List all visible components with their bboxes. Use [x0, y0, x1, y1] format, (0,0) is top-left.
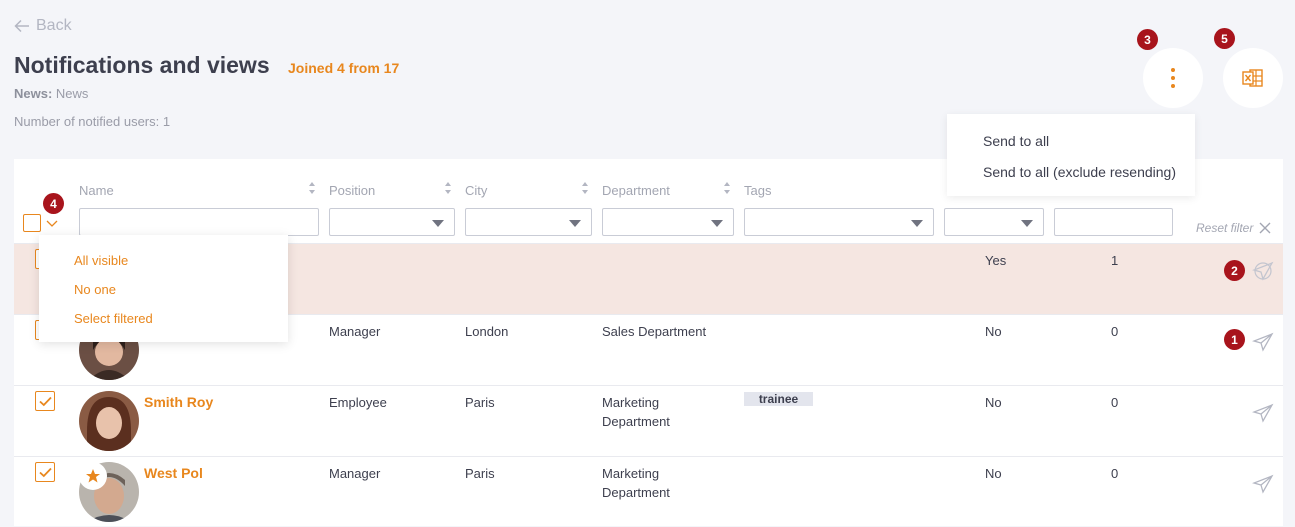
- export-excel-button[interactable]: [1223, 48, 1283, 108]
- send-to-all-exclude-item[interactable]: Send to all (exclude resending): [983, 164, 1176, 180]
- reset-filter-button[interactable]: Reset filter: [1196, 221, 1271, 235]
- count-value: 0: [1111, 466, 1119, 481]
- caret-down-icon: [569, 220, 581, 227]
- viewed-value: No: [985, 466, 1002, 481]
- position-value: Manager: [329, 466, 381, 481]
- step-badge-2: 2: [1224, 260, 1245, 281]
- sort-icon[interactable]: [581, 181, 589, 195]
- column-city[interactable]: City: [465, 183, 487, 198]
- send-icon[interactable]: [1252, 403, 1274, 423]
- position-value: Manager: [329, 324, 381, 339]
- caret-down-icon: [1021, 220, 1033, 227]
- viewed-value: Yes: [985, 253, 1007, 268]
- row-checkbox[interactable]: [35, 462, 55, 482]
- department-value: Marketing Department: [602, 393, 670, 431]
- caret-down-icon: [911, 220, 923, 227]
- count-filter-input[interactable]: [1054, 208, 1173, 236]
- select-all-checkbox[interactable]: [23, 214, 41, 232]
- name-filter-input[interactable]: [79, 208, 319, 236]
- check-icon: [38, 467, 52, 477]
- count-value: 1: [1111, 253, 1119, 268]
- more-actions-button[interactable]: [1143, 48, 1203, 108]
- city-filter-select[interactable]: [465, 208, 592, 236]
- viewed-filter-select[interactable]: [944, 208, 1044, 236]
- news-info: News: News: [14, 86, 88, 101]
- star-icon: [86, 469, 100, 483]
- viewed-value: No: [985, 324, 1002, 339]
- sort-icon[interactable]: [723, 181, 731, 195]
- user-name[interactable]: Smith Roy: [144, 393, 213, 412]
- step-badge-4: 4: [43, 193, 64, 214]
- star-badge: [79, 462, 107, 490]
- department-line: Department: [602, 414, 670, 429]
- more-vertical-icon: [1171, 68, 1175, 88]
- user-name[interactable]: West Pol: [144, 464, 203, 483]
- column-name[interactable]: Name: [79, 183, 114, 198]
- close-icon: [1259, 222, 1271, 234]
- department-value: Sales Department: [602, 324, 707, 339]
- arrow-left-icon: [14, 19, 29, 33]
- department-line: Marketing: [602, 395, 660, 410]
- page-title: Notifications and views: [14, 52, 270, 78]
- notified-count: Number of notified users: 1: [14, 114, 171, 129]
- department-line: Marketing: [602, 466, 660, 481]
- news-label: News:: [14, 86, 53, 101]
- actions-menu: Send to all Send to all (exclude resendi…: [947, 114, 1195, 196]
- step-badge-3: 3: [1137, 29, 1158, 50]
- sort-icon[interactable]: [444, 181, 452, 195]
- select-no-one-item[interactable]: No one: [74, 282, 116, 297]
- department-filter-select[interactable]: [602, 208, 734, 236]
- position-value: Employee: [329, 395, 387, 410]
- count-value: 0: [1111, 395, 1119, 410]
- select-all-visible-item[interactable]: All visible: [74, 253, 128, 268]
- back-link[interactable]: Back: [14, 17, 72, 35]
- position-filter-select[interactable]: [329, 208, 455, 236]
- count-value: 0: [1111, 324, 1119, 339]
- step-badge-1: 1: [1224, 329, 1245, 350]
- send-icon[interactable]: [1252, 474, 1274, 494]
- caret-down-icon: [711, 220, 723, 227]
- resend-icon[interactable]: [1252, 261, 1274, 281]
- caret-down-icon: [432, 220, 444, 227]
- tags-filter-select[interactable]: [744, 208, 934, 236]
- step-badge-5: 5: [1214, 28, 1235, 49]
- joined-count: Joined 4 from 17: [288, 60, 400, 76]
- avatar: [79, 391, 139, 451]
- city-value: Paris: [465, 466, 495, 481]
- check-icon: [38, 396, 52, 406]
- column-tags[interactable]: Tags: [744, 183, 771, 198]
- back-label: Back: [36, 17, 72, 34]
- city-value: Paris: [465, 395, 495, 410]
- column-department[interactable]: Department: [602, 183, 670, 198]
- department-value: Marketing Department: [602, 464, 670, 502]
- send-to-all-item[interactable]: Send to all: [983, 133, 1049, 149]
- tag-chip: trainee: [744, 392, 813, 406]
- sort-icon[interactable]: [308, 181, 316, 195]
- chevron-down-icon[interactable]: [46, 220, 58, 228]
- reset-filter-label: Reset filter: [1196, 221, 1254, 235]
- viewed-value: No: [985, 395, 1002, 410]
- send-icon[interactable]: [1252, 332, 1274, 352]
- department-line: Department: [602, 485, 670, 500]
- row-checkbox[interactable]: [35, 391, 55, 411]
- select-menu: All visible No one Select filtered: [39, 235, 288, 342]
- column-position[interactable]: Position: [329, 183, 375, 198]
- city-value: London: [465, 324, 509, 339]
- news-value: News: [55, 86, 89, 101]
- select-filtered-item[interactable]: Select filtered: [74, 311, 153, 326]
- excel-icon: [1242, 69, 1263, 87]
